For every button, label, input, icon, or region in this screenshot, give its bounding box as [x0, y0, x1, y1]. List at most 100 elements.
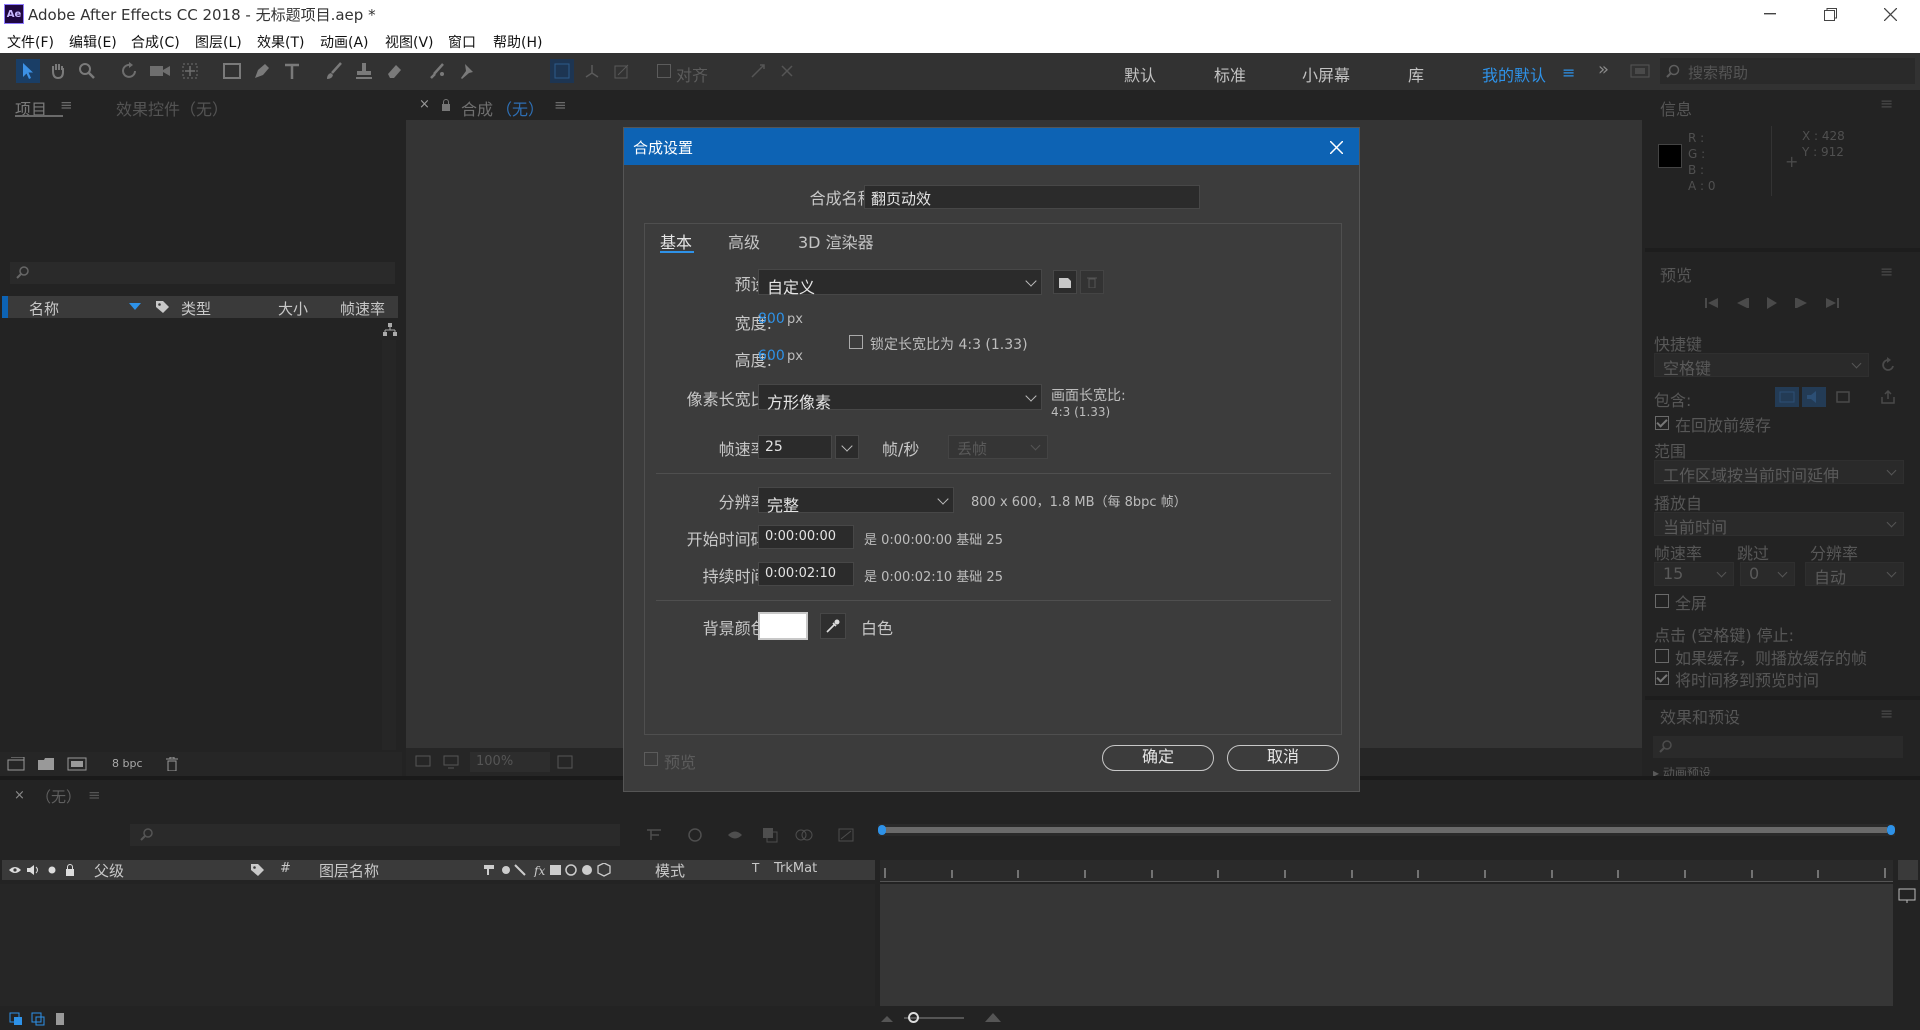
column-track-matte-t[interactable]: T [752, 861, 759, 875]
pixel-aspect-dropdown[interactable]: 方形像素 [758, 384, 1042, 412]
fps-dropdown-button[interactable] [835, 435, 859, 459]
previous-frame-icon[interactable] [1733, 296, 1751, 310]
height-value[interactable]: 600 [758, 348, 785, 364]
workspace-default[interactable]: 默认 [1124, 62, 1156, 86]
layer-list[interactable] [0, 884, 875, 1006]
work-area-bar[interactable] [882, 827, 1887, 833]
tab-advanced[interactable]: 高级 [728, 229, 760, 253]
include-video-icon[interactable] [1775, 387, 1799, 407]
preview-res-dropdown[interactable]: 自动 [1805, 562, 1904, 587]
draft-3d-icon[interactable] [685, 826, 705, 844]
preview-fps-dropdown[interactable]: 15 [1654, 562, 1734, 586]
ruler-scroll-corner[interactable] [1898, 860, 1918, 880]
zoom-in-mountain-icon[interactable] [984, 1011, 1002, 1023]
close-timeline-icon[interactable]: × [14, 788, 25, 803]
column-mode[interactable]: 模式 [655, 860, 685, 881]
close-tab-icon[interactable]: × [419, 97, 430, 112]
fps-input[interactable]: 25 [758, 435, 832, 459]
help-search-box[interactable]: 搜索帮助 [1660, 58, 1915, 84]
column-layer-name[interactable]: 图层名称 [319, 860, 379, 881]
tab-effect-controls[interactable]: 效果控件（无） [116, 96, 228, 120]
column-trkmat[interactable]: TrkMat [774, 861, 817, 876]
motion-blur-icon[interactable] [794, 826, 814, 844]
sort-arrow-icon[interactable] [128, 302, 142, 312]
menu-edit[interactable]: 编辑(E) [69, 32, 117, 52]
pan-behind-tool-icon[interactable] [178, 59, 202, 83]
workspace-small-screen[interactable]: 小屏幕 [1302, 62, 1350, 86]
menu-layer[interactable]: 图层(L) [195, 32, 242, 52]
time-navigator[interactable] [878, 818, 1895, 854]
menu-effect[interactable]: 效果(T) [257, 32, 304, 52]
comp-tab-label[interactable]: 合成 [461, 96, 493, 120]
project-search-input[interactable] [10, 262, 395, 284]
type-tool-icon[interactable] [280, 59, 304, 83]
restore-icon[interactable] [1815, 5, 1845, 23]
info-panel-menu-icon[interactable]: ≡ [1880, 94, 1893, 113]
view-axis-mode-icon[interactable] [610, 59, 634, 83]
next-frame-icon[interactable] [1793, 296, 1811, 310]
move-time-checkbox[interactable] [1655, 671, 1669, 685]
menu-window[interactable]: 窗口 [448, 32, 476, 52]
label-tag-icon[interactable] [154, 299, 170, 315]
start-timecode-input[interactable]: 0:00:00:00 [758, 525, 854, 549]
snapping-icon[interactable] [746, 59, 770, 83]
lock-icon[interactable] [440, 98, 452, 112]
resolution-dropdown[interactable]: 完整 [758, 487, 954, 515]
lock-aspect-checkbox[interactable] [849, 335, 863, 349]
label-tag-icon[interactable] [249, 862, 265, 878]
pen-tool-icon[interactable] [250, 59, 274, 83]
eyedropper-icon[interactable] [820, 613, 846, 639]
shy-layers-icon[interactable] [725, 826, 745, 844]
rotate-tool-icon[interactable] [118, 59, 142, 83]
fullscreen-checkbox[interactable] [1655, 594, 1669, 608]
zoom-out-mountain-icon[interactable] [880, 1013, 894, 1023]
minimize-icon[interactable] [1755, 5, 1785, 23]
first-frame-icon[interactable] [1703, 296, 1721, 310]
rectangle-tool-icon[interactable] [220, 59, 244, 83]
comp-panel-menu-icon[interactable]: ≡ [554, 96, 567, 114]
workspace-libraries[interactable]: 库 [1408, 62, 1424, 86]
graph-editor-icon[interactable] [836, 826, 856, 844]
timeline-graph-area[interactable] [880, 884, 1893, 1006]
comp-button-icon[interactable] [1896, 886, 1918, 906]
close-icon[interactable] [1875, 5, 1905, 23]
reset-icon[interactable] [1877, 354, 1899, 376]
width-value[interactable]: 800 [758, 311, 785, 327]
camera-tool-icon[interactable] [148, 59, 172, 83]
shortcut-dropdown[interactable]: 空格键 [1654, 353, 1869, 378]
work-area-start-handle[interactable] [878, 825, 886, 835]
tab-3d-renderer[interactable]: 3D 渲染器 [798, 229, 874, 253]
play-cached-checkbox[interactable] [1655, 649, 1669, 663]
always-preview-icon[interactable] [414, 753, 432, 771]
timeline-menu-icon[interactable]: ≡ [88, 786, 101, 804]
cache-before-checkbox[interactable] [1655, 416, 1669, 430]
comp-name-input[interactable]: 翻页动效 [864, 185, 1200, 209]
time-ruler[interactable] [880, 860, 1893, 882]
color-depth-label[interactable]: 8 bpc [112, 757, 143, 770]
layer-switches-toggle-icon[interactable] [8, 1011, 24, 1027]
zoom-dropdown[interactable]: 100% [470, 752, 550, 772]
layer-switches-icon[interactable]: fx [482, 862, 622, 878]
tab-basic[interactable]: 基本 [660, 229, 692, 253]
comp-tab-value[interactable]: （无） [496, 96, 544, 120]
hand-tool-icon[interactable] [46, 59, 70, 83]
timeline-search-input[interactable] [130, 824, 620, 846]
in-out-toggle-icon[interactable] [52, 1011, 68, 1027]
animation-presets-item[interactable]: ▸ 动画预设 [1653, 764, 1711, 776]
timeline-zoom-handle[interactable] [908, 1012, 919, 1023]
comp-mini-flowchart-icon[interactable] [644, 826, 664, 844]
monitor-icon[interactable] [442, 753, 460, 771]
column-size[interactable]: 大小 [278, 298, 308, 319]
duration-input[interactable]: 0:00:02:10 [758, 562, 854, 586]
skip-dropdown[interactable]: 0 [1740, 562, 1795, 586]
menu-file[interactable]: 文件(F) [7, 32, 54, 52]
cancel-button[interactable]: 取消 [1227, 745, 1339, 771]
audio-speaker-icon[interactable] [26, 864, 40, 876]
snap-feather-icon[interactable] [775, 59, 799, 83]
fit-icon[interactable] [556, 753, 574, 771]
dialog-close-icon[interactable] [1327, 138, 1345, 156]
effects-panel-menu-icon[interactable]: ≡ [1880, 704, 1893, 723]
column-frame-rate[interactable]: 帧速率 [340, 298, 385, 319]
menu-view[interactable]: 视图(V) [385, 32, 434, 52]
delete-preset-icon[interactable] [1080, 270, 1104, 294]
